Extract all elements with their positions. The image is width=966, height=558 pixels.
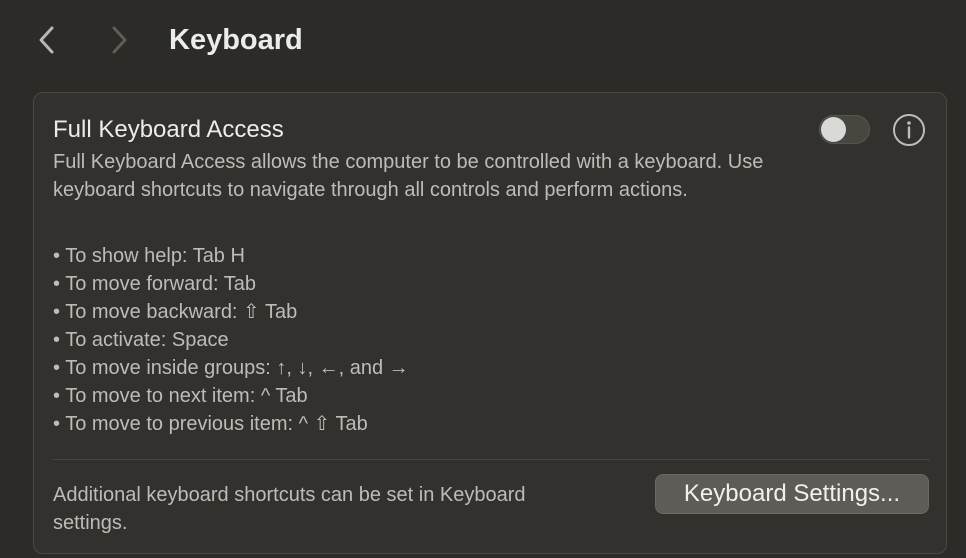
toolbar: Keyboard bbox=[0, 0, 966, 80]
list-item: • To move backward: ⇧ Tab bbox=[53, 301, 298, 323]
chevron-right-icon bbox=[112, 26, 127, 54]
keyboard-settings-button[interactable]: Keyboard Settings... bbox=[655, 474, 929, 514]
shortcut-list: • To show help: Tab H • To move forward:… bbox=[53, 242, 409, 438]
full-keyboard-access-panel: Full Keyboard Access Full Keyboard Acces… bbox=[33, 92, 947, 554]
divider bbox=[53, 459, 930, 460]
full-keyboard-access-toggle[interactable] bbox=[819, 115, 870, 144]
section-title: Full Keyboard Access bbox=[53, 116, 284, 143]
forward-button[interactable] bbox=[104, 22, 134, 58]
chevron-left-icon bbox=[39, 26, 54, 54]
toggle-knob bbox=[821, 117, 846, 142]
page-title: Keyboard bbox=[169, 24, 303, 56]
footer-note: Additional keyboard shortcuts can be set… bbox=[53, 484, 526, 534]
list-item: • To move inside groups: ↑, ↓, ←, and → bbox=[53, 357, 409, 379]
list-item: • To move forward: Tab bbox=[53, 273, 257, 295]
list-item: • To move to previous item: ^ ⇧ Tab bbox=[53, 413, 368, 435]
info-icon bbox=[893, 114, 925, 146]
list-item: • To show help: Tab H bbox=[53, 245, 245, 267]
list-item: • To move to next item: ^ Tab bbox=[53, 385, 308, 407]
info-button[interactable] bbox=[892, 113, 926, 147]
description: Full Keyboard Access allows the computer… bbox=[53, 151, 764, 201]
back-button[interactable] bbox=[32, 22, 62, 58]
list-item: • To activate: Space bbox=[53, 329, 229, 351]
